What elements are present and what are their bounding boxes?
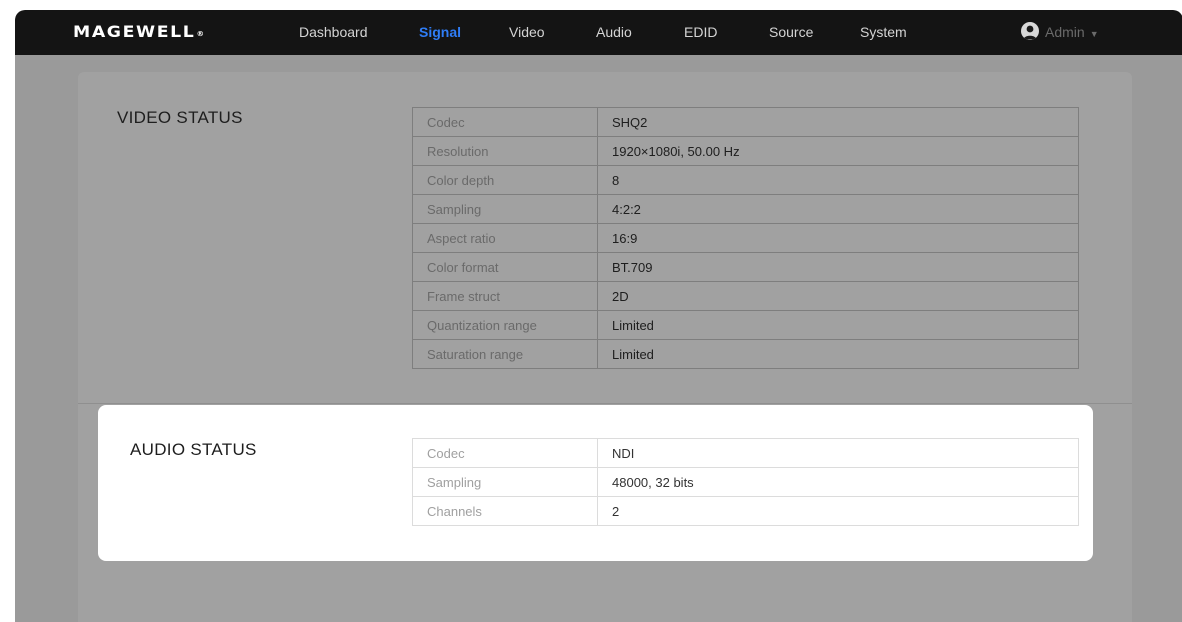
row-value: 4:2:2 xyxy=(597,194,1079,224)
table-row: Channels 2 xyxy=(412,496,1079,526)
table-row: Sampling 4:2:2 xyxy=(412,194,1079,224)
nav-dashboard[interactable]: Dashboard xyxy=(299,10,368,55)
audio-status-title: AUDIO STATUS xyxy=(130,440,257,459)
row-key: Sampling xyxy=(412,467,598,497)
row-value: Limited xyxy=(597,339,1079,369)
row-key: Color depth xyxy=(412,165,598,195)
audio-status-table: Codec NDI Sampling 48000, 32 bits Channels… xyxy=(412,438,1079,526)
user-avatar-icon xyxy=(1021,22,1039,41)
row-value: 2D xyxy=(597,281,1079,311)
row-key: Aspect ratio xyxy=(412,223,598,253)
top-navigation-bar: MAGEWELL® Dashboard Signal Video Audio E… xyxy=(15,10,1182,55)
nav-video[interactable]: Video xyxy=(509,10,545,55)
user-menu[interactable]: Admin ▼ xyxy=(1021,10,1099,55)
row-value: 16:9 xyxy=(597,223,1079,253)
row-key: Frame struct xyxy=(412,281,598,311)
table-row: Color format BT.709 xyxy=(412,252,1079,282)
video-status-table: Codec SHQ2 Resolution 1920×1080i, 50.00 Hz… xyxy=(412,107,1079,369)
row-value: SHQ2 xyxy=(597,107,1079,137)
row-key: Codec xyxy=(412,438,598,468)
audio-status-card: AUDIO STATUS Codec NDI Sampling 48000, 32 … xyxy=(98,405,1093,561)
section-divider xyxy=(78,403,1132,404)
table-row: Aspect ratio 16:9 xyxy=(412,223,1079,253)
row-key: Color format xyxy=(412,252,598,282)
registered-mark: ® xyxy=(196,30,205,38)
row-key: Quantization range xyxy=(412,310,598,340)
table-row: Codec NDI xyxy=(412,438,1079,468)
table-row: Quantization range Limited xyxy=(412,310,1079,340)
table-row: Frame struct 2D xyxy=(412,281,1079,311)
row-value: 1920×1080i, 50.00 Hz xyxy=(597,136,1079,166)
nav-edid[interactable]: EDID xyxy=(684,10,717,55)
user-name: Admin xyxy=(1045,24,1085,40)
row-key: Channels xyxy=(412,496,598,526)
row-value: 8 xyxy=(597,165,1079,195)
nav-system[interactable]: System xyxy=(860,10,907,55)
row-value: 2 xyxy=(597,496,1079,526)
row-value: BT.709 xyxy=(597,252,1079,282)
table-row: Sampling 48000, 32 bits xyxy=(412,467,1079,497)
table-row: Resolution 1920×1080i, 50.00 Hz xyxy=(412,136,1079,166)
video-status-title: VIDEO STATUS xyxy=(117,108,243,127)
row-value: Limited xyxy=(597,310,1079,340)
app-window: MAGEWELL® Dashboard Signal Video Audio E… xyxy=(15,10,1182,622)
magewell-logo: MAGEWELL® xyxy=(73,22,204,42)
nav-source[interactable]: Source xyxy=(769,10,813,55)
table-row: Color depth 8 xyxy=(412,165,1079,195)
row-key: Codec xyxy=(412,107,598,137)
caret-down-icon: ▼ xyxy=(1089,29,1099,39)
table-row: Codec SHQ2 xyxy=(412,107,1079,137)
row-value: 48000, 32 bits xyxy=(597,467,1079,497)
logo-text: MAGEWELL xyxy=(73,22,196,41)
row-key: Resolution xyxy=(412,136,598,166)
row-value: NDI xyxy=(597,438,1079,468)
row-key: Saturation range xyxy=(412,339,598,369)
table-row: Saturation range Limited xyxy=(412,339,1079,369)
row-key: Sampling xyxy=(412,194,598,224)
nav-signal[interactable]: Signal xyxy=(419,10,461,55)
nav-audio[interactable]: Audio xyxy=(596,10,632,55)
